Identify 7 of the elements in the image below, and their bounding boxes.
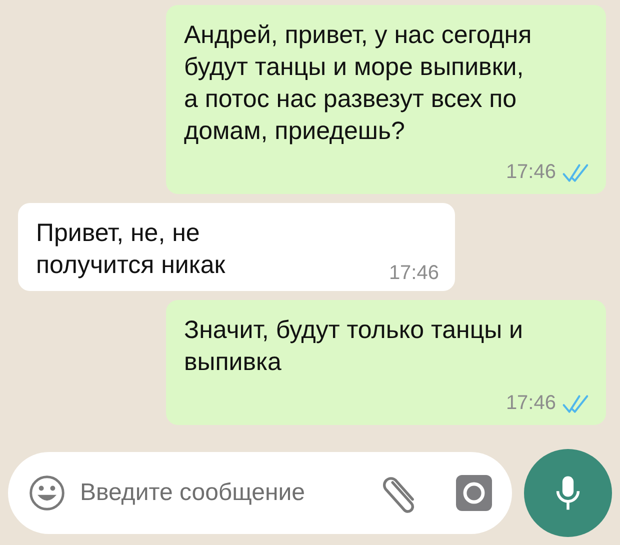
message-text: Привет, не, не получится никак bbox=[36, 218, 226, 281]
message-time: 17:46 bbox=[388, 262, 439, 285]
message-time: 17:46 bbox=[506, 161, 556, 184]
message-input-field[interactable]: Введите сообщение bbox=[78, 478, 368, 508]
message-text: Андрей, привет, у нас сегодня будут танцы и море выпивки, а потос нас развезут всех по домам, приедешь? bbox=[184, 20, 533, 147]
message-time: 17:46 bbox=[506, 392, 556, 415]
message-text: Значит, будут только танцы и выпивка bbox=[184, 315, 524, 378]
